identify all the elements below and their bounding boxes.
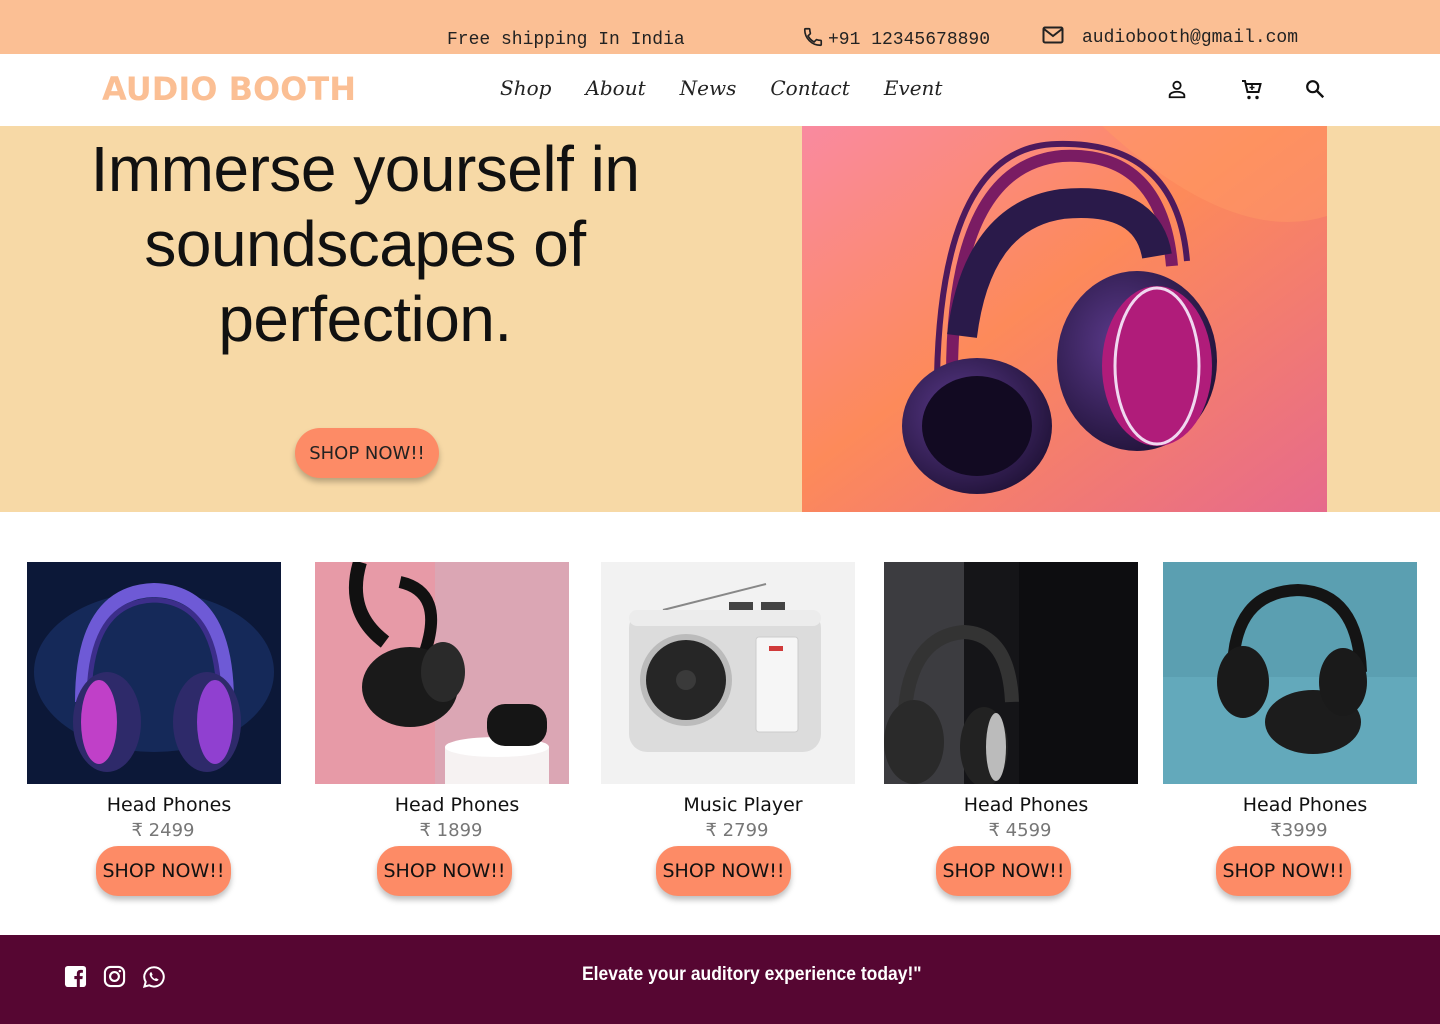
product-shop-now-button[interactable]: SHOP NOW!! (96, 846, 231, 896)
nav-link-contact[interactable]: Contact (770, 76, 849, 100)
phone-contact[interactable]: +91 12345678890 (802, 26, 990, 54)
product-card: Head Phones ₹ 4599 SHOP NOW!! (884, 562, 1138, 896)
product-shop-now-button[interactable]: SHOP NOW!! (936, 846, 1071, 896)
hero-section: Immerse yourself in soundscapes of perfe… (0, 126, 1440, 512)
black-headphones-earbuds-image[interactable] (315, 562, 569, 784)
black-headphones-teal-image[interactable] (1163, 562, 1417, 784)
cart-icon[interactable] (1240, 78, 1264, 102)
product-name: Head Phones (963, 794, 1089, 816)
nav-link-shop[interactable]: Shop (500, 76, 551, 100)
hero-shop-now-button[interactable]: SHOP NOW!! (295, 428, 439, 478)
top-info-bar: Free shipping In India +91 12345678890 a… (0, 0, 1440, 54)
mail-icon (1042, 26, 1064, 50)
product-price: ₹ 2799 (705, 820, 769, 841)
email-contact[interactable]: audiobooth@gmail.com (1042, 26, 1298, 50)
whatsapp-icon[interactable] (142, 965, 166, 994)
product-name: Head Phones (106, 794, 232, 816)
product-price: ₹3999 (1270, 820, 1328, 841)
search-icon[interactable] (1304, 78, 1326, 100)
product-card: Head Phones ₹ 2499 SHOP NOW!! (27, 562, 281, 896)
product-name: Head Phones (1242, 794, 1368, 816)
shipping-notice: Free shipping In India (447, 30, 685, 50)
product-card: Music Player ₹ 2799 SHOP NOW!! (601, 562, 855, 896)
phone-number: +91 12345678890 (828, 30, 991, 50)
product-shop-now-button[interactable]: SHOP NOW!! (1216, 846, 1351, 896)
phone-icon (802, 26, 824, 54)
nav-link-about[interactable]: About (585, 76, 645, 100)
product-name: Head Phones (394, 794, 520, 816)
email-address: audiobooth@gmail.com (1082, 28, 1299, 48)
product-card: Head Phones ₹ 1899 SHOP NOW!! (315, 562, 569, 896)
nav-link-event[interactable]: Event (884, 76, 943, 100)
nav-links: Shop About News Contact Event (500, 76, 942, 100)
user-icon[interactable] (1166, 78, 1188, 100)
site-footer: Elevate your auditory experience today!" (0, 935, 1440, 1024)
site-logo[interactable]: AUDIO BOOTH (102, 70, 356, 108)
product-price: ₹ 2499 (131, 820, 195, 841)
radio-player-image[interactable] (601, 562, 855, 784)
facebook-icon[interactable] (64, 965, 87, 994)
social-links (64, 965, 166, 994)
product-price: ₹ 4599 (988, 820, 1052, 841)
purple-headphones-image[interactable] (27, 562, 281, 784)
silver-headphones-image[interactable] (884, 562, 1138, 784)
product-shop-now-button[interactable]: SHOP NOW!! (377, 846, 512, 896)
product-name: Music Player (683, 794, 803, 816)
product-card: Head Phones ₹3999 SHOP NOW!! (1163, 562, 1417, 896)
footer-tagline: Elevate your auditory experience today!" (582, 964, 922, 985)
nav-link-news[interactable]: News (680, 76, 737, 100)
instagram-icon[interactable] (103, 965, 126, 994)
hero-headline: Immerse yourself in soundscapes of perfe… (90, 133, 640, 355)
product-shop-now-button[interactable]: SHOP NOW!! (656, 846, 791, 896)
product-price: ₹ 1899 (419, 820, 483, 841)
main-navbar: AUDIO BOOTH Shop About News Contact Even… (0, 54, 1440, 126)
hero-headphones-image (802, 126, 1327, 512)
